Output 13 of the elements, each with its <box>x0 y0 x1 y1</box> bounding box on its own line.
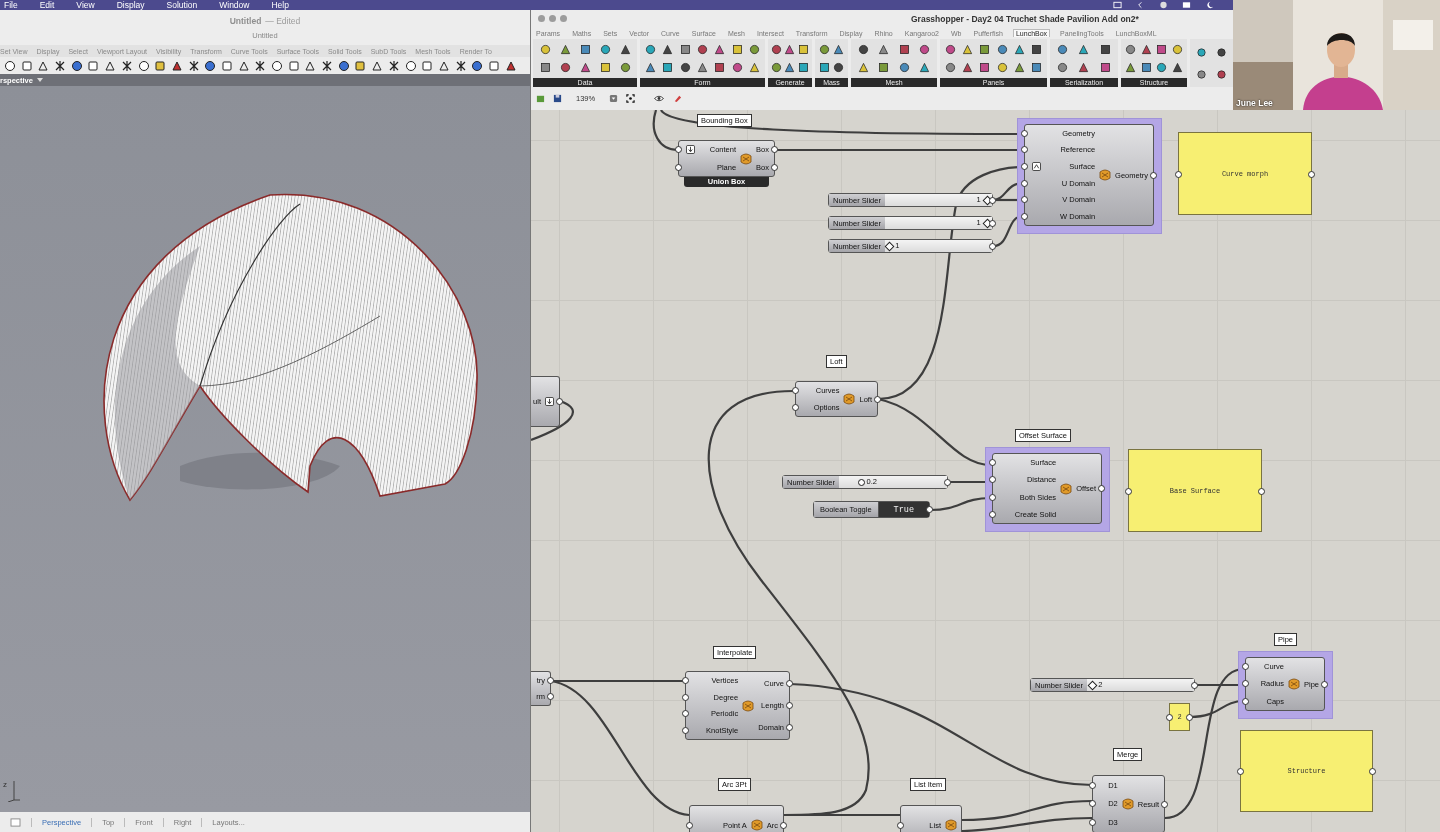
axis-label: z <box>3 780 7 789</box>
window-title: Untitled <box>229 15 262 26</box>
menu-item[interactable]: Edit <box>39 1 55 9</box>
menu-item[interactable]: Help <box>271 1 289 9</box>
window-title: Grasshopper - Day2 04 Truchet Shade Pavilion Add on2* <box>911 13 1139 24</box>
toggle-value[interactable]: True <box>877 502 929 517</box>
menu-item[interactable]: Display <box>116 1 145 9</box>
menu-item[interactable]: Window <box>219 1 250 9</box>
menu-item[interactable]: View <box>76 1 95 9</box>
edited-status: — Edited <box>265 15 301 26</box>
menu-item[interactable]: File <box>4 1 18 9</box>
participant-name: June Lee <box>1236 98 1273 108</box>
menu-item[interactable]: Solution <box>166 1 198 9</box>
